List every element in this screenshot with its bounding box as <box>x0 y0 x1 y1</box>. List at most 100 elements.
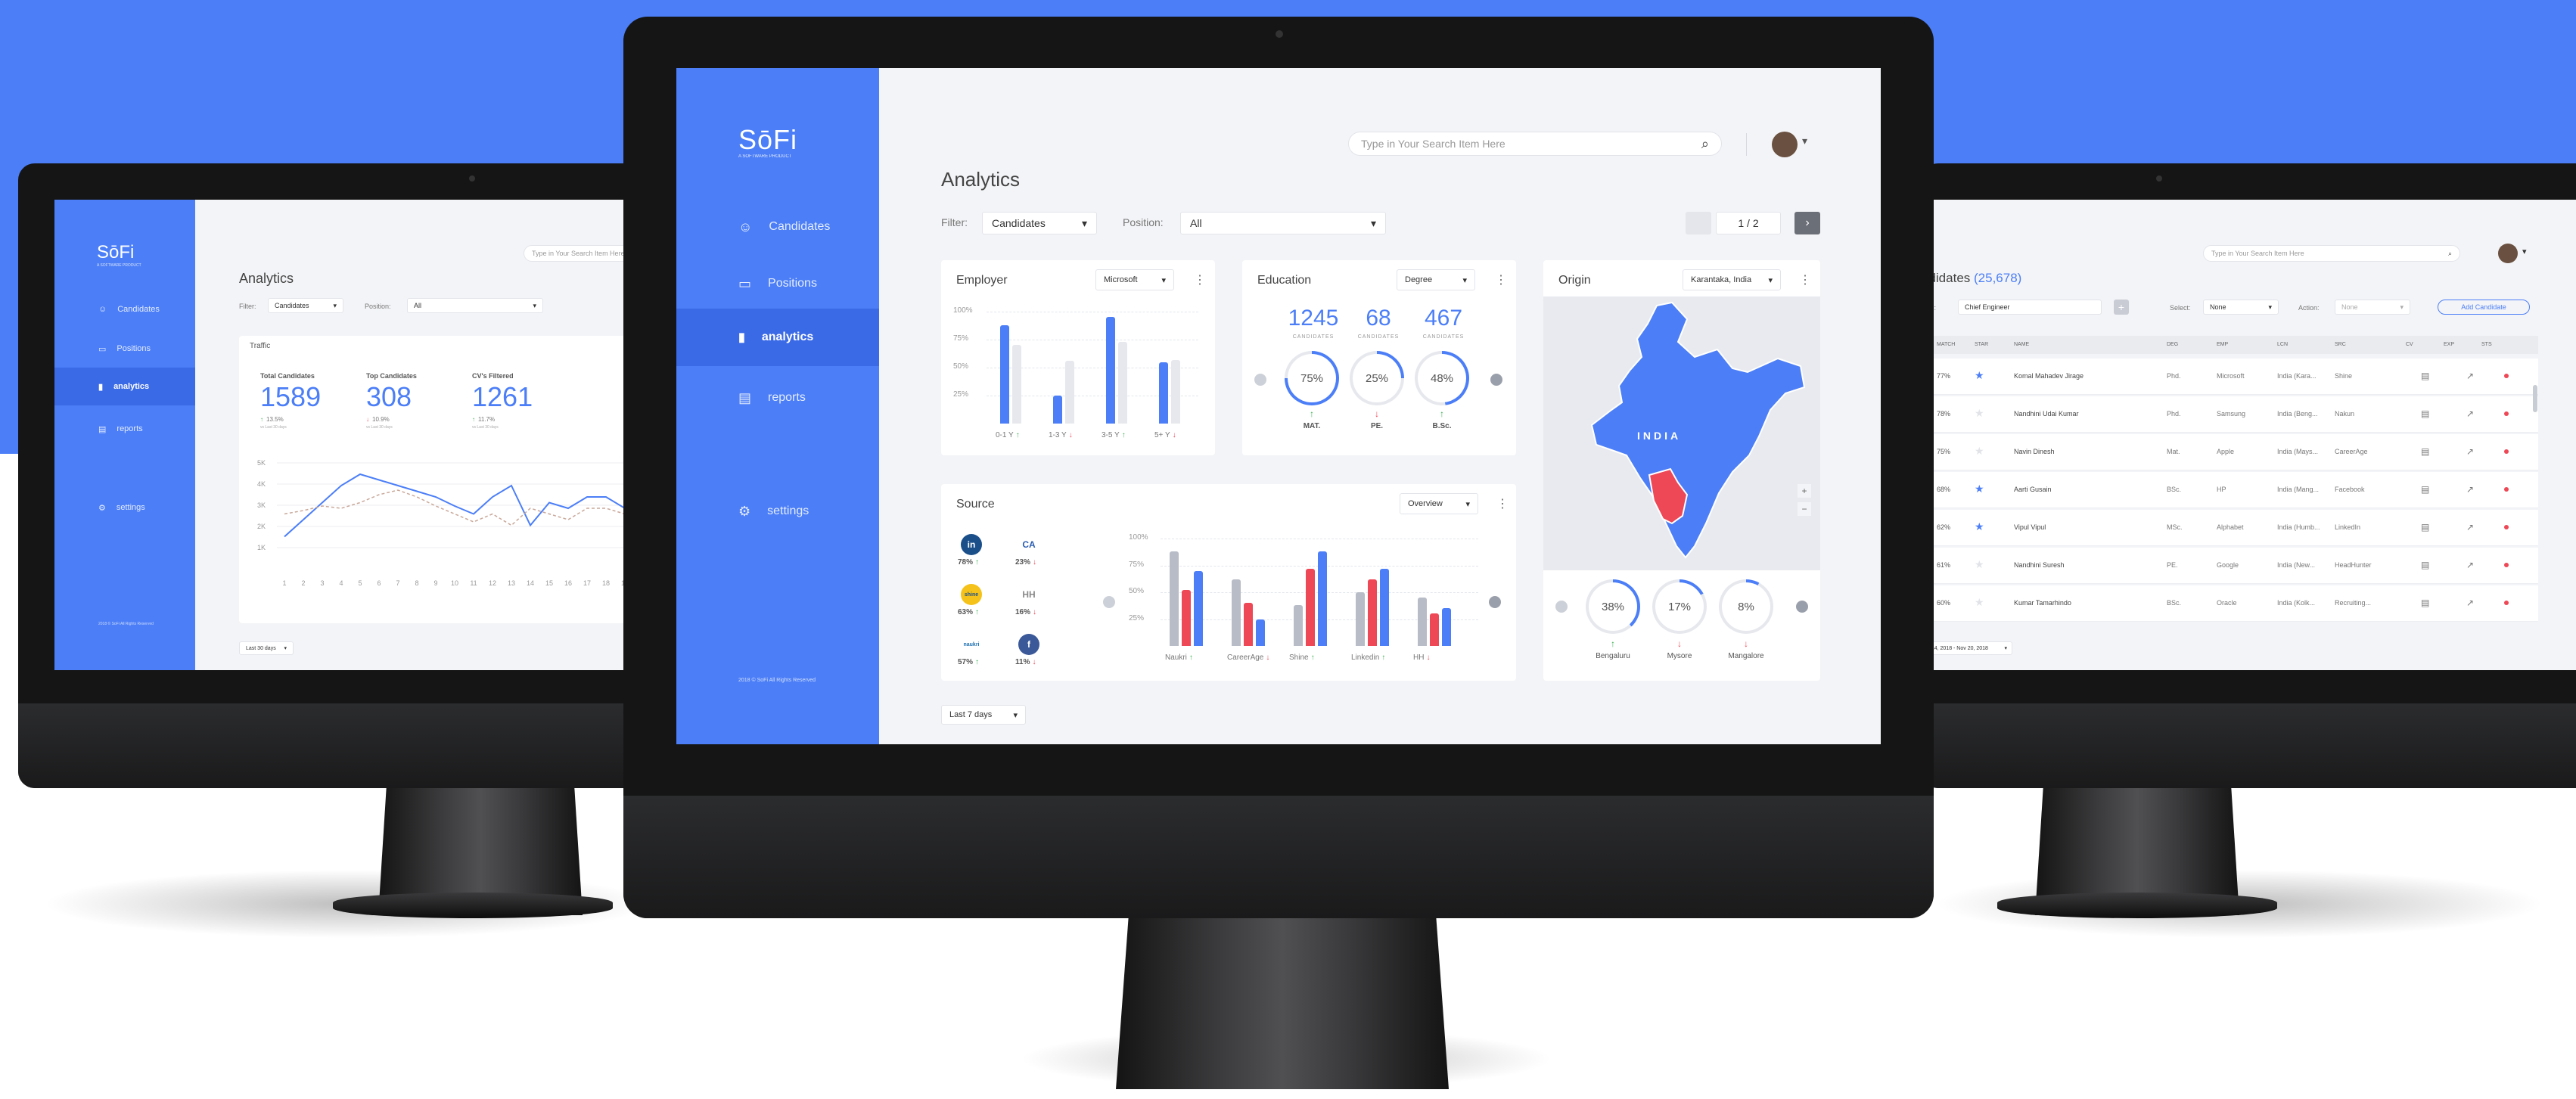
star-icon[interactable]: ★ <box>1975 483 1984 495</box>
smiley-icon: ☺ <box>738 219 753 234</box>
table-row[interactable]: 78% ★ Nandhini Udai Kumar Phd. Samsung India … <box>1922 396 2538 433</box>
date-range-select[interactable]: Last 7 days ▾ <box>941 705 1026 725</box>
external-link-icon[interactable]: ↗ <box>2466 560 2474 570</box>
sidebar-item-analytics[interactable]: ▮ analytics <box>676 309 879 366</box>
external-link-icon[interactable]: ↗ <box>2466 446 2474 457</box>
right-position-input[interactable]: Chief Engineer <box>1958 300 2102 315</box>
search-icon[interactable]: ⌕ <box>1701 136 1709 152</box>
left-filter-value: Candidates <box>275 302 309 309</box>
document-icon[interactable]: ▤ <box>2421 371 2429 381</box>
row-name[interactable]: Nandhini Udai Kumar <box>2014 410 2079 418</box>
map-zoom-out[interactable]: − <box>1798 502 1811 516</box>
sidebar-item-label: reports <box>768 391 806 404</box>
star-icon[interactable]: ★ <box>1975 407 1984 420</box>
row-name[interactable]: Kumar Tamarhindo <box>2014 599 2071 607</box>
table-row[interactable]: 68% ★ Aarti Gusain BSc. HP India (Mang... Face… <box>1922 472 2538 508</box>
education-ring-percent: 48% <box>1430 371 1454 385</box>
sidebar-item-candidates[interactable]: ☺ Candidates <box>676 212 879 242</box>
document-icon[interactable]: ▤ <box>2421 598 2429 608</box>
map-zoom-in[interactable]: + <box>1798 484 1811 498</box>
avatar[interactable] <box>2498 244 2518 263</box>
source-more-icon[interactable]: ⋮ <box>1496 496 1509 511</box>
star-icon[interactable]: ★ <box>1975 445 1984 458</box>
right-date-range[interactable]: n 14, 2018 - Nov 20, 2018 ▾ <box>1922 641 2012 655</box>
row-name[interactable]: Vipul Vipul <box>2014 523 2046 531</box>
sidebar-item-settings[interactable]: ⚙ settings <box>676 496 879 526</box>
position-select[interactable]: All ▾ <box>1180 212 1386 234</box>
left-nav-candidates[interactable]: ☺ Candidates <box>54 298 195 321</box>
external-link-icon[interactable]: ↗ <box>2466 371 2474 381</box>
origin-ring: 8% <box>1719 579 1773 634</box>
origin-next-button[interactable] <box>1796 601 1808 613</box>
source-x-label: Linkedin ↑ <box>1351 654 1385 662</box>
left-traffic-title: Traffic <box>250 342 271 350</box>
source-select[interactable]: Overview ▾ <box>1400 493 1478 514</box>
table-row[interactable]: 61% ★ Nandhini Suresh PE. Google India (New..… <box>1922 548 2538 584</box>
table-header-cell: SRC <box>2335 342 2346 347</box>
document-icon[interactable]: ▤ <box>2421 560 2429 570</box>
education-more-icon[interactable]: ⋮ <box>1495 272 1507 287</box>
right-action-dropdown[interactable]: None ▾ <box>2335 300 2410 315</box>
left-search-input[interactable]: Type in Your Search Item Here <box>524 245 625 262</box>
star-icon[interactable]: ★ <box>1975 520 1984 533</box>
document-icon[interactable]: ▤ <box>2421 408 2429 419</box>
education-next-button[interactable] <box>1490 374 1502 386</box>
add-candidate-button[interactable]: Add Candidate <box>2438 300 2530 315</box>
table-row[interactable]: 60% ★ Kumar Tamarhindo BSc. Oracle India (Kol… <box>1922 585 2538 622</box>
row-location: India (Humb... <box>2277 523 2320 531</box>
star-icon[interactable]: ★ <box>1975 596 1984 609</box>
external-link-icon[interactable]: ↗ <box>2466 484 2474 495</box>
origin-more-icon[interactable]: ⋮ <box>1799 272 1811 287</box>
document-icon[interactable]: ▤ <box>2421 522 2429 532</box>
table-scrollbar[interactable] <box>2533 385 2537 412</box>
right-search-input[interactable]: Type in Your Search Item Here ⌕ <box>2203 245 2460 262</box>
table-row[interactable]: 77% ★ Komal Mahadev Jirage Phd. Microsoft Ind… <box>1922 359 2538 395</box>
row-name[interactable]: Komal Mahadev Jirage <box>2014 372 2083 380</box>
external-link-icon[interactable]: ↗ <box>2466 522 2474 532</box>
origin-prev-button[interactable] <box>1555 601 1568 613</box>
left-nav-reports[interactable]: ▤ reports <box>54 418 195 440</box>
document-icon[interactable]: ▤ <box>2421 484 2429 495</box>
next-page-button[interactable]: › <box>1794 212 1820 234</box>
left-position-select[interactable]: All ▾ <box>407 298 543 313</box>
education-ring-label: B.Sc. <box>1432 422 1452 430</box>
table-row[interactable]: 62% ★ Vipul Vipul MSc. Alphabet India (Humb..… <box>1922 510 2538 546</box>
source-prev-button[interactable] <box>1103 596 1115 608</box>
row-name[interactable]: Navin Dinesh <box>2014 448 2055 455</box>
star-icon[interactable]: ★ <box>1975 369 1984 382</box>
left-nav-analytics[interactable]: ▮ analytics <box>54 368 195 405</box>
search-input[interactable]: Type in Your Search Item Here ⌕ <box>1348 132 1722 156</box>
row-name[interactable]: Aarti Gusain <box>2014 486 2052 493</box>
left-filter-select[interactable]: Candidates ▾ <box>268 298 343 313</box>
external-link-icon[interactable]: ↗ <box>2466 598 2474 608</box>
employer-select[interactable]: Microsoft ▾ <box>1095 269 1174 290</box>
filter-select[interactable]: Candidates ▾ <box>982 212 1097 234</box>
chevron-down-icon[interactable]: ▾ <box>2522 247 2527 256</box>
external-link-icon[interactable]: ↗ <box>2466 408 2474 419</box>
chevron-down-icon[interactable]: ▾ <box>1802 135 1807 147</box>
trend-arrow-icon: ↑ <box>975 608 980 616</box>
employer-x-label: 3-5 Y ↑ <box>1102 431 1126 439</box>
document-icon[interactable]: ▤ <box>2421 446 2429 457</box>
row-degree: BSc. <box>2167 486 2182 493</box>
sidebar-item-positions[interactable]: ▭ Positions <box>676 269 879 299</box>
employer-more-icon[interactable]: ⋮ <box>1194 272 1206 287</box>
left-nav-settings[interactable]: ⚙ settings <box>54 496 195 519</box>
status-dot <box>2504 449 2509 454</box>
education-prev-button[interactable] <box>1254 374 1266 386</box>
source-next-button[interactable] <box>1489 596 1501 608</box>
left-nav-positions[interactable]: ▭ Positions <box>54 337 195 360</box>
star-icon[interactable]: ★ <box>1975 558 1984 571</box>
right-select-dropdown[interactable]: None ▾ <box>2203 300 2279 315</box>
row-name[interactable]: Nandhini Suresh <box>2014 561 2065 569</box>
avatar[interactable] <box>1772 132 1798 157</box>
prev-page-button[interactable] <box>1686 212 1711 234</box>
origin-select[interactable]: Karantaka, India ▾ <box>1683 269 1781 290</box>
add-filter-button[interactable]: + <box>2114 300 2129 315</box>
trend-arrow-icon: ↑ <box>975 658 980 666</box>
sidebar-item-reports[interactable]: ▤ reports <box>676 383 879 413</box>
row-location: India (Mang... <box>2277 486 2320 493</box>
table-row[interactable]: 75% ★ Navin Dinesh Mat. Apple India (Mays... C… <box>1922 434 2538 470</box>
education-select[interactable]: Degree ▾ <box>1397 269 1475 290</box>
left-range-select[interactable]: Last 30 days ▾ <box>239 641 294 655</box>
